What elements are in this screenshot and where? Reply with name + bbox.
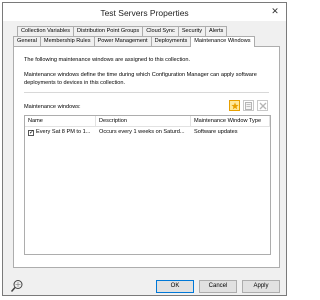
help-wizard-icon[interactable] [10,279,24,293]
list-item[interactable]: ✓ Every Sat 8 PM to 1... Occurs every 1 w… [25,127,270,137]
properties-icon [245,101,252,110]
close-button[interactable]: ✕ [269,6,281,17]
new-star-icon [230,101,239,109]
row-name: Every Sat 8 PM to 1... [36,129,91,135]
delete-icon [259,102,266,109]
maintenance-windows-list[interactable]: Name Description Maintenance Window Type… [24,115,271,255]
enabled-checkbox[interactable]: ✓ [28,130,34,136]
row-description: Occurs every 1 weeks on Saturd... [99,129,185,135]
window-title: Test Servers Properties [100,8,189,18]
new-maintenance-window-button[interactable] [229,100,240,111]
panel-description: The following maintenance windows are as… [24,57,191,63]
maintenance-windows-panel: The following maintenance windows are as… [13,46,280,268]
apply-button[interactable]: Apply [242,280,280,293]
delete-button[interactable] [257,100,268,111]
properties-button[interactable] [243,100,254,111]
divider [24,92,269,93]
tab-distribution-point-groups[interactable]: Distribution Point Groups [73,26,144,36]
row-name-cell: ✓ Every Sat 8 PM to 1... [25,127,96,137]
maintenance-windows-label: Maintenance windows: [24,104,81,110]
tab-cloud-sync[interactable]: Cloud Sync [142,26,179,36]
title-bar: Test Servers Properties ✕ [3,3,286,21]
column-header-description[interactable]: Description [96,116,191,126]
tab-row-2: General Membership Rules Power Managemen… [13,36,255,47]
tab-security[interactable]: Security [177,26,207,36]
column-header-type[interactable]: Maintenance Window Type [191,116,270,126]
tab-general[interactable]: General [13,36,41,46]
tab-collection-variables[interactable]: Collection Variables [17,26,75,36]
tab-deployments[interactable]: Deployments [150,36,192,46]
cancel-button[interactable]: Cancel [199,280,237,293]
panel-info-text: Maintenance windows define the time duri… [24,72,257,86]
properties-dialog: Test Servers Properties ✕ Collection Var… [2,2,287,296]
list-toolbar [229,100,268,111]
tab-alerts[interactable]: Alerts [205,26,228,36]
row-type: Software updates [194,129,238,135]
tab-maintenance-windows[interactable]: Maintenance Windows [190,36,255,47]
tab-power-management[interactable]: Power Management [93,36,152,46]
tab-row-1: Collection Variables Distribution Point … [17,26,228,36]
list-header: Name Description Maintenance Window Type [25,116,270,127]
tab-membership-rules[interactable]: Membership Rules [39,36,95,46]
ok-button[interactable]: OK [156,280,194,293]
column-header-name[interactable]: Name [25,116,96,126]
